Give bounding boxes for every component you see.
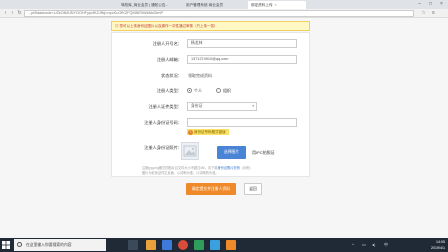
browser-tab-2[interactable]: 用户管理系统-商业会员 <box>183 1 245 9</box>
volume-icon[interactable]: ◂) <box>372 242 375 247</box>
applicant-label: 注册人开号名： <box>152 41 182 46</box>
tray-up-icon[interactable]: ^ <box>352 242 354 247</box>
browser-tab-1[interactable]: 驾校库_商业会员 | 通知公告... <box>118 1 180 9</box>
applicant-input[interactable]: 杨龙林 <box>187 39 297 48</box>
minimize-icon[interactable]: – <box>414 0 425 9</box>
task-view-icon[interactable] <box>128 240 138 250</box>
app-icon-orange[interactable] <box>226 240 236 250</box>
windows-taskbar: 在这里输入你要搜索的内容 ^ ▭ ◂) 中 14:05 2019/4/1 <box>0 238 448 252</box>
browser-tab-bar: 驾校库_商业会员 | 通知公告... 用户管理系统-商业会员 绑定资料上传 × –… <box>0 0 448 9</box>
note-text-2: 图片为彩色证件正反面，以清晰为准，以清晰的为准。 <box>142 171 219 175</box>
photo-label: 注册人身份证照片： <box>144 145 182 150</box>
address-bar-row: ‹ › ↻ ...pi/flaadcode=UZkOfk5JNYOOHFypcf… <box>0 9 448 18</box>
id-number-warning: ! 身份证号码格式错误 <box>187 129 229 135</box>
image-icon <box>183 145 197 157</box>
close-tab-icon[interactable]: × <box>275 3 277 7</box>
camera-capture-link[interactable]: 用IPC拍照证 <box>252 150 275 156</box>
taskbar-search-input[interactable]: 在这里输入你要搜索的内容 <box>14 239 106 251</box>
file-explorer-icon[interactable] <box>146 240 156 250</box>
edge-browser-icon[interactable] <box>162 240 172 250</box>
chevron-down-icon: ▾ <box>252 104 254 108</box>
reload-icon[interactable]: ↻ <box>16 10 23 17</box>
search-placeholder: 在这里输入你要搜索的内容 <box>26 243 72 247</box>
url-input[interactable]: ...pi/flaadcode=UZkOfk5JNYOOHFypcfKZJfNj… <box>24 10 414 17</box>
note-text: 注册jpg.png格式的图片且文件大小不超过4M，请下载 <box>142 166 218 170</box>
notice-banner: ◎ 您可以上传身份证图片以及操作一次性通过审核（只上传一张） <box>111 21 310 31</box>
app-icon-green[interactable] <box>194 240 204 250</box>
id-number-input[interactable] <box>187 118 297 127</box>
back-button[interactable]: 返回 <box>244 183 262 195</box>
network-icon[interactable]: ▭ <box>362 242 366 247</box>
email-input[interactable]: 1371274910@qq.com <box>187 55 297 64</box>
type-option-personal: 个人 <box>194 88 202 93</box>
menu-icon[interactable]: ≡ <box>430 10 437 17</box>
search-icon <box>17 242 22 247</box>
browser-tab-3[interactable]: 绑定资料上传 × <box>248 1 306 9</box>
status-value: 领取完成资料 <box>188 73 212 78</box>
submit-button[interactable]: 确定提交并注册人资料 <box>186 183 236 195</box>
windows-start-icon[interactable] <box>2 241 10 249</box>
back-icon[interactable]: ‹ <box>2 10 9 17</box>
id-type-value: 身份证 <box>191 104 203 108</box>
close-window-icon[interactable]: × <box>436 0 447 9</box>
type-option-organization: 组织 <box>223 88 231 93</box>
sample-link[interactable]: 身份证照片范例 <box>217 166 239 170</box>
tab-label: 用户管理系统-商业会员 <box>186 3 224 7</box>
clock-date: 2019/4/1 <box>431 246 445 250</box>
status-label: 状态状况： <box>161 73 182 78</box>
star-icon[interactable]: ☆ <box>420 10 427 17</box>
id-type-label: 注册人证件类型： <box>148 104 182 109</box>
type-label: 注册人类型： <box>156 88 182 93</box>
type-radio-organization[interactable] <box>216 88 221 93</box>
tab-label: 绑定资料上传 <box>251 3 273 7</box>
photo-placeholder <box>181 142 199 160</box>
id-type-select[interactable]: 身份证 ▾ <box>187 102 257 111</box>
maximize-icon[interactable]: □ <box>425 0 436 9</box>
chrome-icon[interactable] <box>178 240 188 250</box>
type-radio-personal[interactable] <box>187 88 192 93</box>
tab-label: 驾校库_商业会员 | 通知公告... <box>121 3 169 7</box>
ime-icon[interactable]: 中 <box>384 242 388 248</box>
upload-note: 注册jpg.png格式的图片且文件大小不超过4M，请下载身份证照片范例（示例） … <box>142 166 304 176</box>
choose-image-button[interactable]: 选择图片 <box>217 146 246 159</box>
id-number-label: 注册人身份证号码： <box>144 120 182 125</box>
registration-form-card: 注册人开号名： 杨龙林 注册人邮箱： 1371274910@qq.com 状态状… <box>111 32 310 177</box>
app-icon-blue[interactable] <box>210 240 220 250</box>
forward-icon[interactable]: › <box>9 10 16 17</box>
email-label: 注册人邮箱： <box>156 57 182 62</box>
taskbar-clock[interactable]: 14:05 2019/4/1 <box>431 239 445 251</box>
warning-text: 身份证号码格式错误 <box>194 130 226 134</box>
note-text-end: （示例） <box>239 166 253 170</box>
warning-icon: ! <box>188 129 193 135</box>
